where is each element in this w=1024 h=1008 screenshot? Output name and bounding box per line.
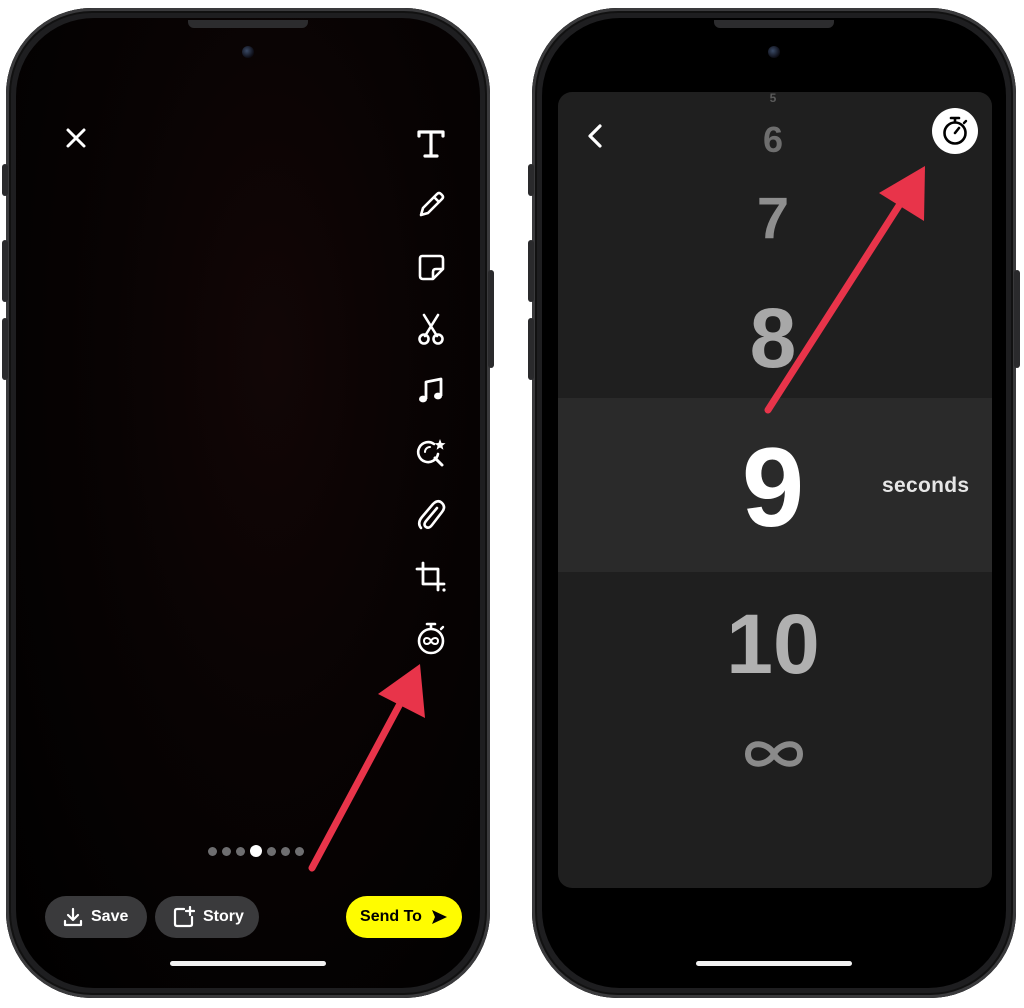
add-story-icon bbox=[173, 906, 195, 928]
lens-search-icon bbox=[416, 439, 446, 467]
home-indicator bbox=[696, 961, 852, 966]
timer-option[interactable]: 8 bbox=[558, 296, 990, 380]
page-dot bbox=[208, 846, 217, 856]
text-tool-button[interactable] bbox=[406, 112, 456, 174]
page-dot bbox=[267, 846, 276, 856]
close-button[interactable] bbox=[60, 122, 92, 154]
paperclip-icon bbox=[417, 499, 446, 530]
timer-picker-panel: 5 6 7 8 9 seconds 10 bbox=[558, 92, 992, 888]
snap-editor-screen: Save Story Send To bbox=[16, 18, 480, 988]
speaker-grille bbox=[188, 20, 308, 28]
sticker-icon bbox=[418, 254, 445, 281]
crop-tool-button[interactable] bbox=[406, 546, 456, 608]
page-dots bbox=[208, 845, 304, 857]
timer-infinity-icon bbox=[417, 622, 445, 655]
stopwatch-icon bbox=[943, 116, 968, 145]
volume-up-button bbox=[528, 240, 534, 302]
save-button[interactable]: Save bbox=[45, 896, 147, 938]
speaker-grille bbox=[714, 20, 834, 28]
volume-up-button bbox=[2, 240, 8, 302]
timer-tool-button[interactable] bbox=[406, 608, 456, 670]
timer-picker-screen: 5 6 7 8 9 seconds 10 bbox=[542, 18, 1006, 988]
page-dot bbox=[236, 846, 245, 856]
front-camera bbox=[242, 46, 254, 58]
mute-switch bbox=[2, 164, 8, 196]
power-button bbox=[488, 270, 494, 368]
page-dot-active bbox=[250, 845, 262, 857]
editor-toolbar bbox=[406, 112, 456, 670]
download-icon bbox=[63, 907, 83, 927]
timer-option[interactable]: 10 bbox=[558, 602, 990, 686]
music-note-icon bbox=[419, 377, 443, 403]
story-button[interactable]: Story bbox=[155, 896, 259, 938]
timer-option[interactable]: 5 bbox=[558, 92, 990, 104]
seconds-unit-label: seconds bbox=[882, 474, 970, 497]
infinity-timer-option[interactable] bbox=[738, 734, 810, 774]
home-indicator bbox=[170, 961, 326, 966]
mute-switch bbox=[528, 164, 534, 196]
save-label: Save bbox=[91, 908, 129, 925]
page-dot bbox=[281, 846, 290, 856]
timer-option[interactable]: 6 bbox=[558, 122, 990, 158]
infinity-icon bbox=[744, 741, 804, 767]
text-icon bbox=[417, 130, 445, 158]
volume-down-button bbox=[528, 318, 534, 380]
lens-tool-button[interactable] bbox=[406, 422, 456, 484]
front-camera bbox=[768, 46, 780, 58]
scissors-tool-button[interactable] bbox=[406, 298, 456, 360]
scissors-icon bbox=[418, 313, 444, 345]
left-phone: Save Story Send To bbox=[2, 8, 494, 998]
screenshot-stage: Save Story Send To 5 6 7 8 9 seconds 10 bbox=[0, 0, 1024, 1008]
close-icon bbox=[66, 128, 86, 148]
right-phone: 5 6 7 8 9 seconds 10 bbox=[528, 8, 1020, 998]
page-dot bbox=[222, 846, 231, 856]
power-button bbox=[1014, 270, 1020, 368]
story-label: Story bbox=[203, 908, 244, 925]
attachment-tool-button[interactable] bbox=[406, 484, 456, 546]
bottom-action-bar: Save Story Send To bbox=[45, 896, 462, 938]
pencil-icon bbox=[419, 191, 445, 217]
volume-down-button bbox=[2, 318, 8, 380]
sticker-tool-button[interactable] bbox=[406, 236, 456, 298]
crop-icon bbox=[415, 561, 446, 592]
page-dot bbox=[295, 846, 304, 856]
draw-tool-button[interactable] bbox=[406, 174, 456, 236]
music-tool-button[interactable] bbox=[406, 360, 456, 422]
send-to-button[interactable]: Send To bbox=[346, 896, 462, 938]
timer-toggle-button[interactable] bbox=[932, 108, 978, 154]
send-arrow-icon bbox=[430, 908, 448, 926]
timer-option[interactable]: 7 bbox=[558, 190, 990, 248]
send-to-label: Send To bbox=[360, 908, 422, 925]
